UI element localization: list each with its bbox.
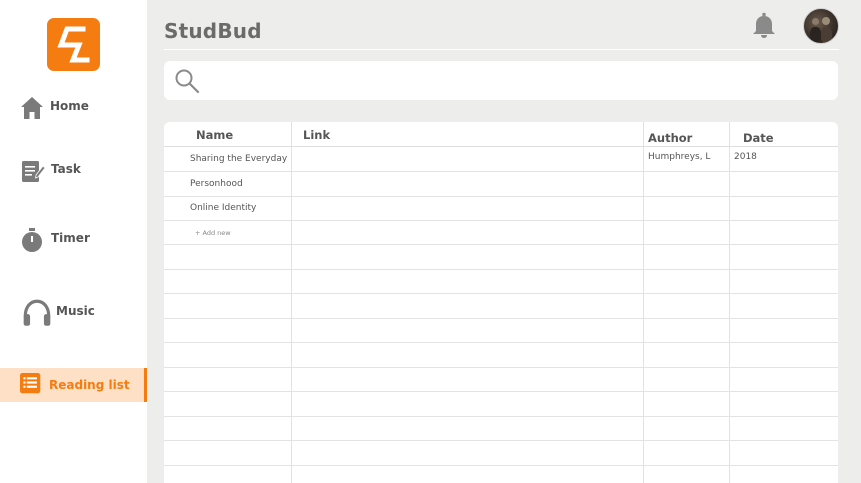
column-header-name[interactable]: Name <box>196 128 233 142</box>
sidebar-item-home[interactable]: Home <box>0 90 147 126</box>
search-input[interactable] <box>208 67 822 95</box>
list-icon <box>20 373 41 394</box>
column-header-date[interactable]: Date <box>743 131 774 145</box>
sidebar-item-label: Home <box>50 99 89 113</box>
cell-name[interactable]: Online Identity <box>190 203 256 213</box>
table-row[interactable] <box>164 441 838 466</box>
sidebar: Home Task Timer Music Reading list <box>0 0 147 483</box>
stopwatch-icon <box>22 228 42 252</box>
table-row[interactable] <box>164 416 838 441</box>
reading-list-table: Name Link Author Date Sharing the Everyd… <box>164 122 838 483</box>
sidebar-item-label: Music <box>56 304 95 318</box>
table-row[interactable] <box>164 294 838 319</box>
headphones-icon <box>23 299 51 326</box>
cell-name[interactable]: Sharing the Everyday <box>190 154 287 164</box>
cell-author[interactable]: Humphreys, L <box>648 152 710 162</box>
sidebar-item-label: Task <box>51 162 81 176</box>
table-row[interactable] <box>164 392 838 417</box>
add-new-button[interactable]: + Add new <box>195 229 231 237</box>
table-row[interactable]: Online Identity <box>164 196 838 221</box>
logo-s-icon <box>57 26 90 63</box>
table-row[interactable] <box>164 269 838 294</box>
user-avatar[interactable] <box>803 8 839 44</box>
table-row[interactable]: Personhood <box>164 172 838 197</box>
sidebar-item-music[interactable]: Music <box>0 295 147 331</box>
add-new-row[interactable]: + Add new <box>164 220 838 245</box>
sidebar-item-label: Timer <box>51 231 90 245</box>
sidebar-item-reading-list[interactable]: Reading list <box>0 368 147 402</box>
bell-icon[interactable] <box>750 11 778 39</box>
home-icon <box>21 97 43 119</box>
table-row[interactable] <box>164 367 838 392</box>
header-divider <box>164 49 839 50</box>
task-icon <box>22 161 45 182</box>
table-row[interactable] <box>164 245 838 270</box>
app-logo[interactable] <box>47 18 100 71</box>
search-bar[interactable] <box>164 61 838 100</box>
table-row[interactable] <box>164 318 838 343</box>
column-header-author[interactable]: Author <box>648 131 692 145</box>
table-row[interactable] <box>164 343 838 368</box>
table-header: Name Link Author Date <box>164 122 838 147</box>
sidebar-item-task[interactable]: Task <box>0 153 147 189</box>
table-row[interactable]: Sharing the Everyday Humphreys, L 2018 <box>164 147 838 172</box>
main-content: StudBud Name Link Author Date Sharing th… <box>147 0 861 483</box>
sidebar-item-timer[interactable]: Timer <box>0 222 147 258</box>
table-row[interactable] <box>164 465 838 483</box>
column-header-link[interactable]: Link <box>303 128 330 142</box>
sidebar-item-label: Reading list <box>49 378 130 392</box>
cell-name[interactable]: Personhood <box>190 179 243 189</box>
cell-date[interactable]: 2018 <box>734 152 757 162</box>
search-icon[interactable] <box>174 68 200 94</box>
page-title: StudBud <box>164 19 262 43</box>
